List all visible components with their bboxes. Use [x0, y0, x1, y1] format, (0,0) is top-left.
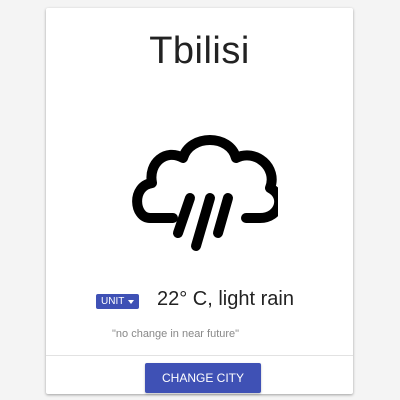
rain-streak — [213, 193, 233, 238]
temperature-condition: 22° C, light rain — [157, 288, 294, 310]
unit-dropdown-button[interactable]: UNIT — [96, 294, 140, 309]
change-city-button[interactable]: CHANGE CITY — [145, 363, 261, 393]
divider — [46, 355, 353, 356]
rain-streak — [191, 193, 215, 251]
forecast-note: "no change in near future" — [112, 328, 240, 340]
unit-button-label: UNIT — [101, 296, 125, 307]
weather-card: Tbilisi UNIT 22° C, light rain "no chang… — [46, 8, 353, 394]
city-title: Tbilisi — [149, 30, 250, 72]
caret-down-icon — [128, 299, 135, 304]
weather-reading-row: UNIT 22° C, light rain — [46, 288, 353, 317]
rain-streak — [173, 193, 195, 238]
rain-cloud-icon — [132, 135, 278, 251]
